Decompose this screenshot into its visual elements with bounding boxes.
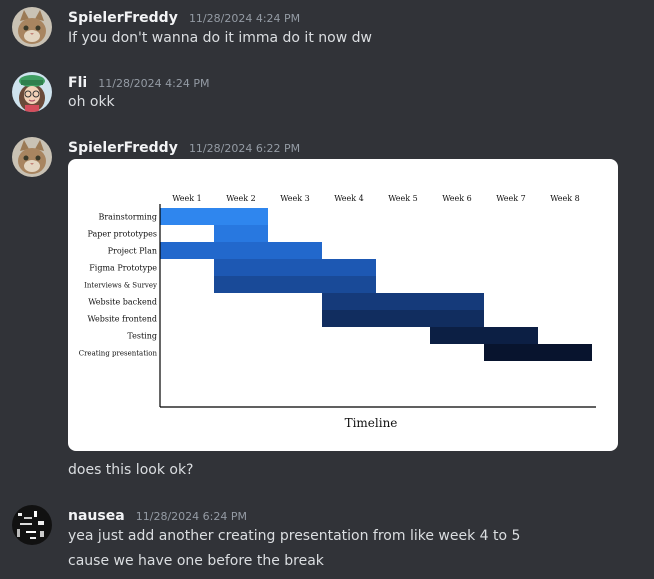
avatar[interactable] <box>12 72 52 112</box>
glitch-avatar-icon <box>12 505 52 545</box>
task-label: Figma Prototype <box>89 264 157 273</box>
message-text-line: yea just add another creating presentati… <box>68 528 521 544</box>
avatar[interactable] <box>12 7 52 47</box>
week-tick-label: Week 3 <box>280 194 310 203</box>
task-bar <box>322 310 484 327</box>
cat-avatar-icon <box>12 7 52 47</box>
week-tick-label: Week 2 <box>226 194 256 203</box>
username[interactable]: nausea <box>68 508 125 524</box>
week-tick-label: Week 6 <box>442 194 472 203</box>
username[interactable]: SpielerFreddy <box>68 10 178 26</box>
task-label: Interviews & Survey <box>84 282 157 290</box>
cat-avatar-icon <box>12 137 52 177</box>
task-bar <box>322 293 484 310</box>
week-tick-label: Week 1 <box>172 194 202 203</box>
message-text: If you don't wanna do it imma do it now … <box>68 30 372 46</box>
task-bar <box>160 208 268 225</box>
avatar[interactable] <box>12 505 52 545</box>
gantt-chart: Week 1 Week 2 Week 3 Week 4 Week 5 Week 6 Week… <box>79 194 596 430</box>
timestamp: 11/28/2024 6:22 PM <box>188 142 301 155</box>
username[interactable]: Fli <box>68 75 87 91</box>
username[interactable]: SpielerFreddy <box>68 140 178 156</box>
week-tick-label: Week 5 <box>388 194 418 203</box>
week-tick-label: Week 7 <box>496 194 526 203</box>
week-tick-label: Week 8 <box>550 194 580 203</box>
girl-avatar-icon <box>12 72 52 112</box>
task-bar <box>160 242 322 259</box>
avatar[interactable] <box>12 137 52 177</box>
week-tick-label: Week 4 <box>334 194 364 203</box>
gantt-chart-image[interactable]: Week 1 Week 2 Week 3 Week 4 Week 5 Week 6 Week… <box>68 159 618 451</box>
task-label: Paper prototypes <box>87 230 157 239</box>
message-text: does this look ok? <box>68 462 194 478</box>
task-label: Website frontend <box>87 315 157 324</box>
task-label: Testing <box>127 332 157 341</box>
x-axis-label: Timeline <box>345 416 398 430</box>
task-label: Brainstorming <box>98 213 157 222</box>
task-label: Project Plan <box>108 247 157 256</box>
message-text-line: cause we have one before the break <box>68 553 324 569</box>
timestamp: 11/28/2024 6:24 PM <box>135 510 247 523</box>
task-bar <box>214 225 268 242</box>
message-text: oh okk <box>68 94 115 110</box>
task-label: Website backend <box>88 298 157 307</box>
task-label: Creating presentation <box>79 350 158 358</box>
task-bar <box>430 327 538 344</box>
task-bar <box>214 276 376 293</box>
task-bar <box>214 259 376 276</box>
task-bar <box>484 344 592 361</box>
timestamp: 11/28/2024 4:24 PM <box>188 12 301 25</box>
timestamp: 11/28/2024 4:24 PM <box>98 77 210 90</box>
